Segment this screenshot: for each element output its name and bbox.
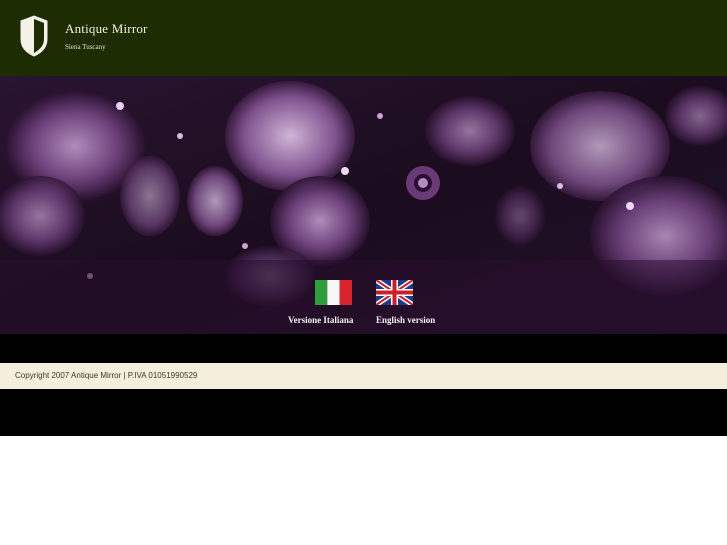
lang-italian-label[interactable]: Versione Italiana [288, 315, 353, 325]
shield-icon[interactable] [19, 15, 49, 57]
site-subtitle: Siena Tuscany [65, 43, 106, 51]
italy-flag-icon[interactable] [315, 280, 352, 305]
language-band [0, 260, 727, 334]
bottom-strip [0, 389, 727, 436]
lang-english-label[interactable]: English version [376, 315, 435, 325]
site-title: Antique Mirror [65, 21, 148, 36]
site-header: Antique Mirror Siena Tuscany [0, 0, 727, 76]
hero-image [0, 76, 727, 334]
lang-english-link[interactable] [374, 277, 415, 308]
divider-strip [0, 334, 727, 363]
lang-italian-link[interactable] [315, 280, 352, 305]
copyright-text: Copyright 2007 Antique Mirror | P.IVA 01… [15, 371, 198, 380]
uk-flag-icon[interactable] [374, 277, 415, 308]
footer: Copyright 2007 Antique Mirror | P.IVA 01… [0, 363, 727, 389]
